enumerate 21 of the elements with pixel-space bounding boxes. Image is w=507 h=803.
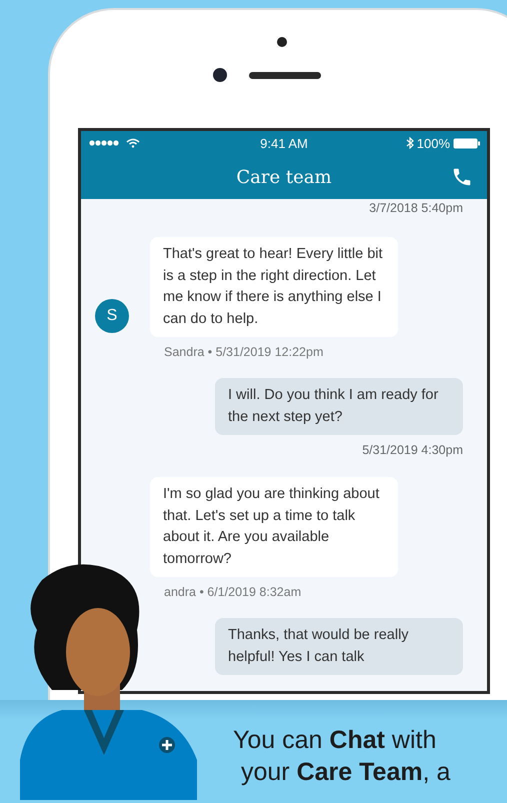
phone-call-icon[interactable]	[451, 166, 473, 188]
caption-text: your Care Team, a	[241, 757, 450, 788]
bluetooth-icon	[406, 137, 414, 149]
sent-message-bubble: Thanks, that would be really helpful! Yes I can talk	[215, 618, 463, 675]
sensor-icon	[277, 37, 287, 47]
caption-text: You can Chat with	[233, 725, 438, 756]
screen-title: Care team	[236, 166, 332, 188]
message-sender-time: Sandra • 5/31/2019 12:22pm	[164, 345, 324, 359]
battery-icon	[453, 138, 481, 148]
sent-message-bubble: I will. Do you think I am ready for the next step yet?	[215, 378, 463, 435]
status-time: 9:41 AM	[260, 136, 308, 150]
received-message-bubble: That's great to hear! Every little bit is a step in the right direction. Let me know if there is anything else I can do to help.	[150, 237, 398, 337]
received-message-bubble: I'm so glad you are thinking about that. Let's set up a time to talk about it. Are you available tomorrow?	[150, 477, 398, 577]
message-timestamp: 5/31/2019 4:30pm	[361, 443, 463, 457]
message-timestamp: 3/7/2018 5:40pm	[368, 201, 463, 215]
speaker-icon	[249, 72, 321, 78]
battery-percent: 100%	[416, 136, 450, 150]
camera-icon	[213, 68, 227, 82]
message-sender-time: andra • 6/1/2019 8:32am	[164, 585, 302, 599]
avatar-circle: S	[95, 299, 129, 333]
signal-wifi-icon	[89, 138, 141, 148]
